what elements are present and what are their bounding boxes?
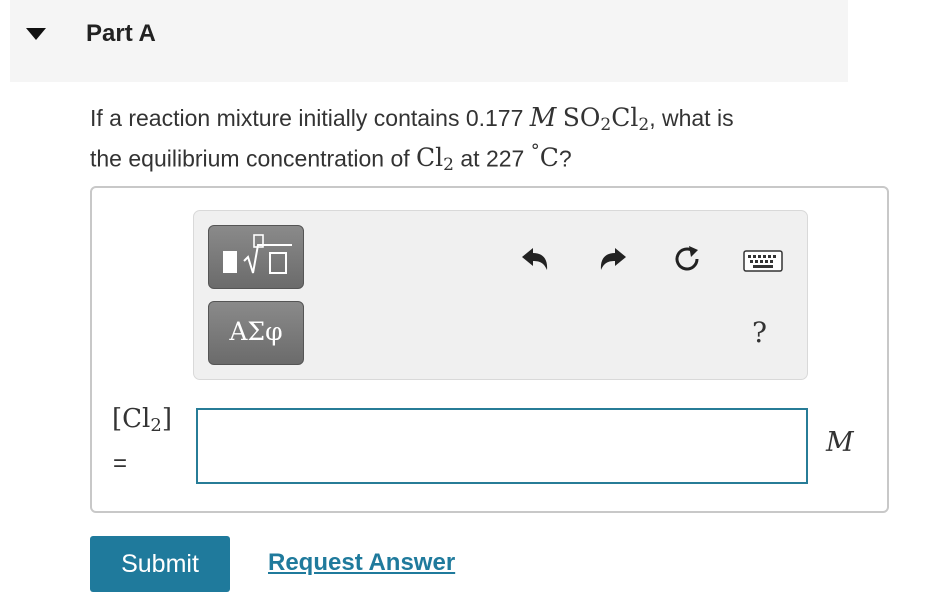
keyboard-icon[interactable] xyxy=(743,250,783,272)
collapse-triangle-icon[interactable] xyxy=(26,28,46,40)
unit-label: M xyxy=(826,427,854,458)
equals-sign: = xyxy=(113,450,128,477)
temperature-unit: °C xyxy=(530,141,559,173)
symbols-label: ΑΣφ xyxy=(229,317,283,346)
question-text-2: , what is xyxy=(649,105,734,131)
submit-button[interactable]: Submit xyxy=(90,536,230,592)
templates-button[interactable] xyxy=(208,225,304,289)
variable-label: [Cl2] xyxy=(112,404,172,436)
symbols-button[interactable]: ΑΣφ xyxy=(208,301,304,365)
undo-icon[interactable] xyxy=(520,246,550,272)
answer-input[interactable] xyxy=(196,408,808,484)
question-text-4: at 227 xyxy=(460,145,525,172)
question-text: If a reaction mixture initially contains… xyxy=(90,101,870,175)
question-text-3: the equilibrium concentration of xyxy=(90,145,410,172)
part-title: Part A xyxy=(86,20,156,47)
reset-icon[interactable] xyxy=(672,244,702,274)
request-answer-link[interactable]: Request Answer xyxy=(268,549,455,577)
species-cl2: Cl2 xyxy=(416,143,454,176)
help-button[interactable]: ? xyxy=(752,316,767,349)
species-so2cl2: SO2Cl2 xyxy=(562,103,650,135)
molarity-unit: M xyxy=(529,103,557,133)
fraction-sqrt-template-icon xyxy=(223,234,292,274)
redo-icon[interactable] xyxy=(598,246,628,272)
question-text-1: If a reaction mixture initially contains… xyxy=(90,105,524,131)
question-text-5: ? xyxy=(558,145,572,172)
